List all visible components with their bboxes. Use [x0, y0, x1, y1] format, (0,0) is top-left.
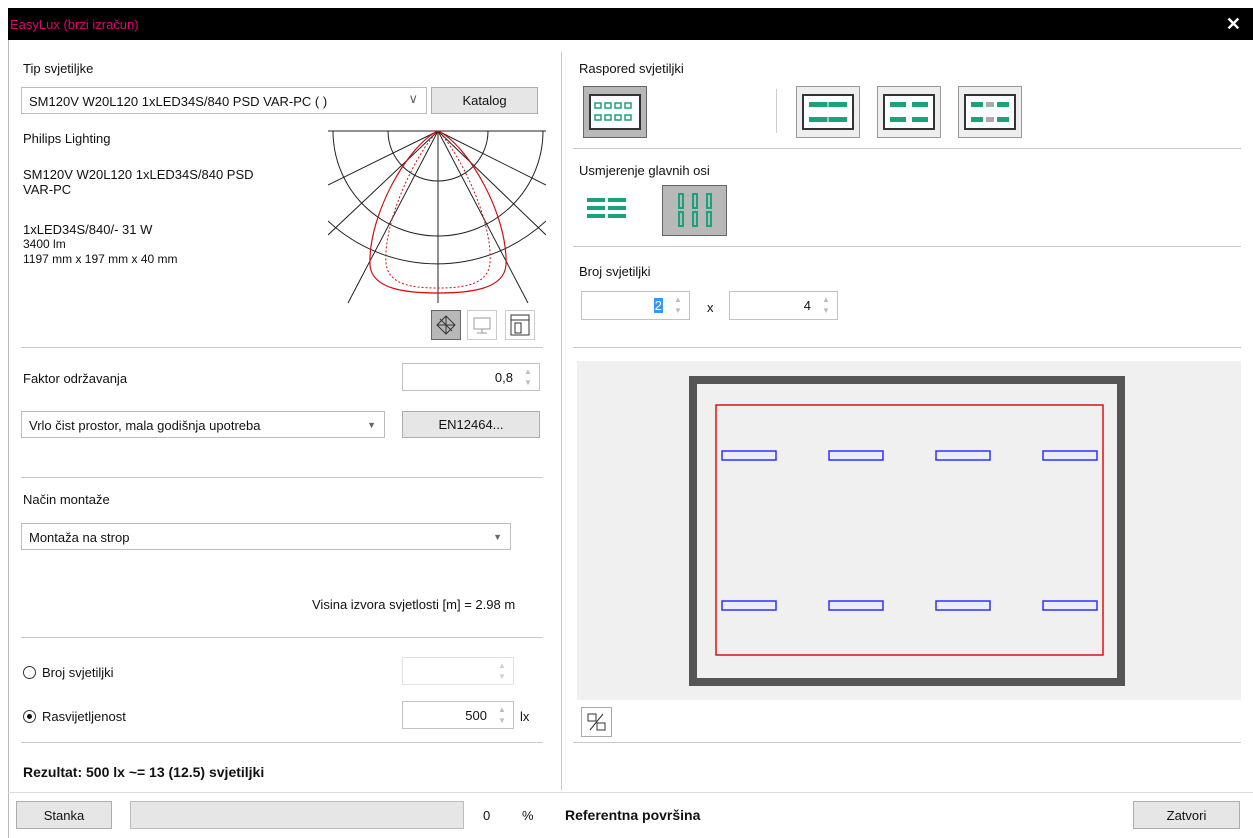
- maintenance-preset-select[interactable]: Vrlo čist prostor, mala godišnja upotreb…: [21, 411, 385, 438]
- dropdown-arrow-icon: ▼: [367, 420, 376, 430]
- luminaire-name-line1: SM120V W20L120 1xLED34S/840 PSD: [23, 167, 254, 182]
- maintenance-factor-input[interactable]: 0,8 ▲ ▼: [402, 363, 540, 391]
- count-input[interactable]: ▲ ▼: [402, 657, 514, 685]
- room-preview-canvas: [689, 376, 1125, 686]
- luminaire-marker: [935, 450, 991, 461]
- cols-value: 4: [803, 298, 811, 313]
- dimensions-text: 1197 mm x 197 mm x 40 mm: [23, 252, 178, 266]
- close-icon[interactable]: ✕: [1226, 14, 1241, 35]
- chevron-down-icon: ∨: [408, 91, 418, 106]
- radio-count[interactable]: [23, 666, 36, 679]
- horizontal-axis-icon[interactable]: [583, 185, 631, 233]
- cols-input[interactable]: 4 ▲ ▼: [729, 291, 838, 320]
- polar-diagram-icon[interactable]: [431, 310, 461, 340]
- maintenance-factor-label: Faktor održavanja: [23, 371, 128, 386]
- luminaire-select[interactable]: SM120V W20L120 1xLED34S/840 PSD VAR-PC (…: [21, 87, 427, 114]
- divider: [21, 742, 543, 743]
- progress-value: 0: [483, 808, 491, 823]
- luminaire-marker: [828, 450, 884, 461]
- divider: [573, 246, 1241, 247]
- luminaire-marker: [721, 600, 777, 611]
- divider: [573, 742, 1241, 743]
- divider: [573, 148, 1241, 149]
- progress-bar: [130, 801, 464, 829]
- times-sign: x: [707, 300, 714, 315]
- lamp-text: 1xLED34S/840/- 31 W: [23, 222, 153, 237]
- rows-layout-icon[interactable]: [796, 86, 860, 138]
- source-height-text: Visina izvora svjetlosti [m] = 2.98 m: [312, 597, 516, 612]
- radio-count-label: Broj svjetiljki: [42, 665, 114, 680]
- spinner-icon[interactable]: ▲ ▼: [493, 660, 511, 682]
- rows-value: 2: [653, 298, 663, 313]
- orientation-label: Usmjerenje glavnih osi: [579, 163, 710, 178]
- maintenance-preset-value: Vrlo čist prostor, mala godišnja upotreb…: [29, 418, 261, 433]
- luminaire-marker: [935, 600, 991, 611]
- separator: [776, 89, 777, 133]
- room-preview: [577, 361, 1241, 700]
- reference-surface-label: Referentna površina: [565, 807, 701, 823]
- grid-layout-icon[interactable]: [583, 86, 647, 138]
- illuminance-unit: lx: [520, 709, 530, 724]
- luminaire-marker: [828, 600, 884, 611]
- footer-divider: [8, 792, 1253, 793]
- spinner-icon[interactable]: ▲ ▼: [817, 294, 835, 317]
- spinner-icon[interactable]: ▲ ▼: [519, 366, 537, 388]
- arrangement-label: Raspored svjetiljki: [579, 61, 684, 76]
- divider: [21, 347, 543, 348]
- illuminance-input[interactable]: 500 ▲ ▼: [402, 701, 514, 729]
- rows-mixed-layout-icon[interactable]: [958, 86, 1022, 138]
- radio-illuminance[interactable]: [23, 710, 36, 723]
- count-label: Broj svjetiljki: [579, 264, 651, 279]
- result-text: Rezultat: 500 lx ~= 13 (12.5) svjetiljki: [23, 764, 265, 780]
- divider: [573, 347, 1241, 348]
- panel-divider: [561, 52, 562, 790]
- luminaire-marker: [1042, 450, 1098, 461]
- spinner-icon[interactable]: ▲ ▼: [493, 704, 511, 726]
- rows-input[interactable]: 2 ▲ ▼: [581, 291, 690, 320]
- percent-sign: %: [522, 808, 534, 823]
- maintenance-factor-value: 0,8: [494, 370, 513, 385]
- manufacturer-text: Philips Lighting: [23, 131, 111, 146]
- mounting-select[interactable]: Montaža na strop ▼: [21, 523, 511, 550]
- en12464-button[interactable]: EN12464...: [402, 411, 540, 438]
- catalog-button[interactable]: Katalog: [431, 87, 538, 114]
- illuminance-value: 500: [465, 708, 487, 723]
- room-icon[interactable]: [505, 310, 535, 340]
- rows-spaced-layout-icon[interactable]: [877, 86, 941, 138]
- dropdown-arrow-icon: ▼: [493, 532, 502, 542]
- monitor-icon[interactable]: [467, 310, 497, 340]
- spinner-icon[interactable]: ▲ ▼: [669, 294, 687, 317]
- polar-diagram: [328, 130, 546, 304]
- swap-view-icon[interactable]: [581, 707, 612, 737]
- luminaire-marker: [1042, 600, 1098, 611]
- pause-button[interactable]: Stanka: [16, 801, 112, 829]
- vertical-axis-icon[interactable]: [662, 185, 727, 236]
- luminaire-marker: [721, 450, 777, 461]
- close-button[interactable]: Zatvori: [1133, 801, 1240, 829]
- mounting-label: Način montaže: [23, 492, 110, 507]
- flux-text: 3400 lm: [23, 237, 66, 251]
- room-floor: [697, 384, 1117, 678]
- luminaire-select-value: SM120V W20L120 1xLED34S/840 PSD VAR-PC (…: [29, 94, 328, 109]
- luminaire-name-line2: VAR-PC: [23, 182, 72, 197]
- mounting-select-value: Montaža na strop: [29, 530, 130, 545]
- luminaire-type-label: Tip svjetiljke: [23, 61, 94, 76]
- divider: [21, 477, 543, 478]
- radio-illuminance-label: Rasvijetljenost: [42, 709, 126, 724]
- window-title: EasyLux (brzi izračun): [10, 17, 139, 32]
- title-bar: EasyLux (brzi izračun) ✕: [8, 8, 1253, 40]
- divider: [21, 637, 543, 638]
